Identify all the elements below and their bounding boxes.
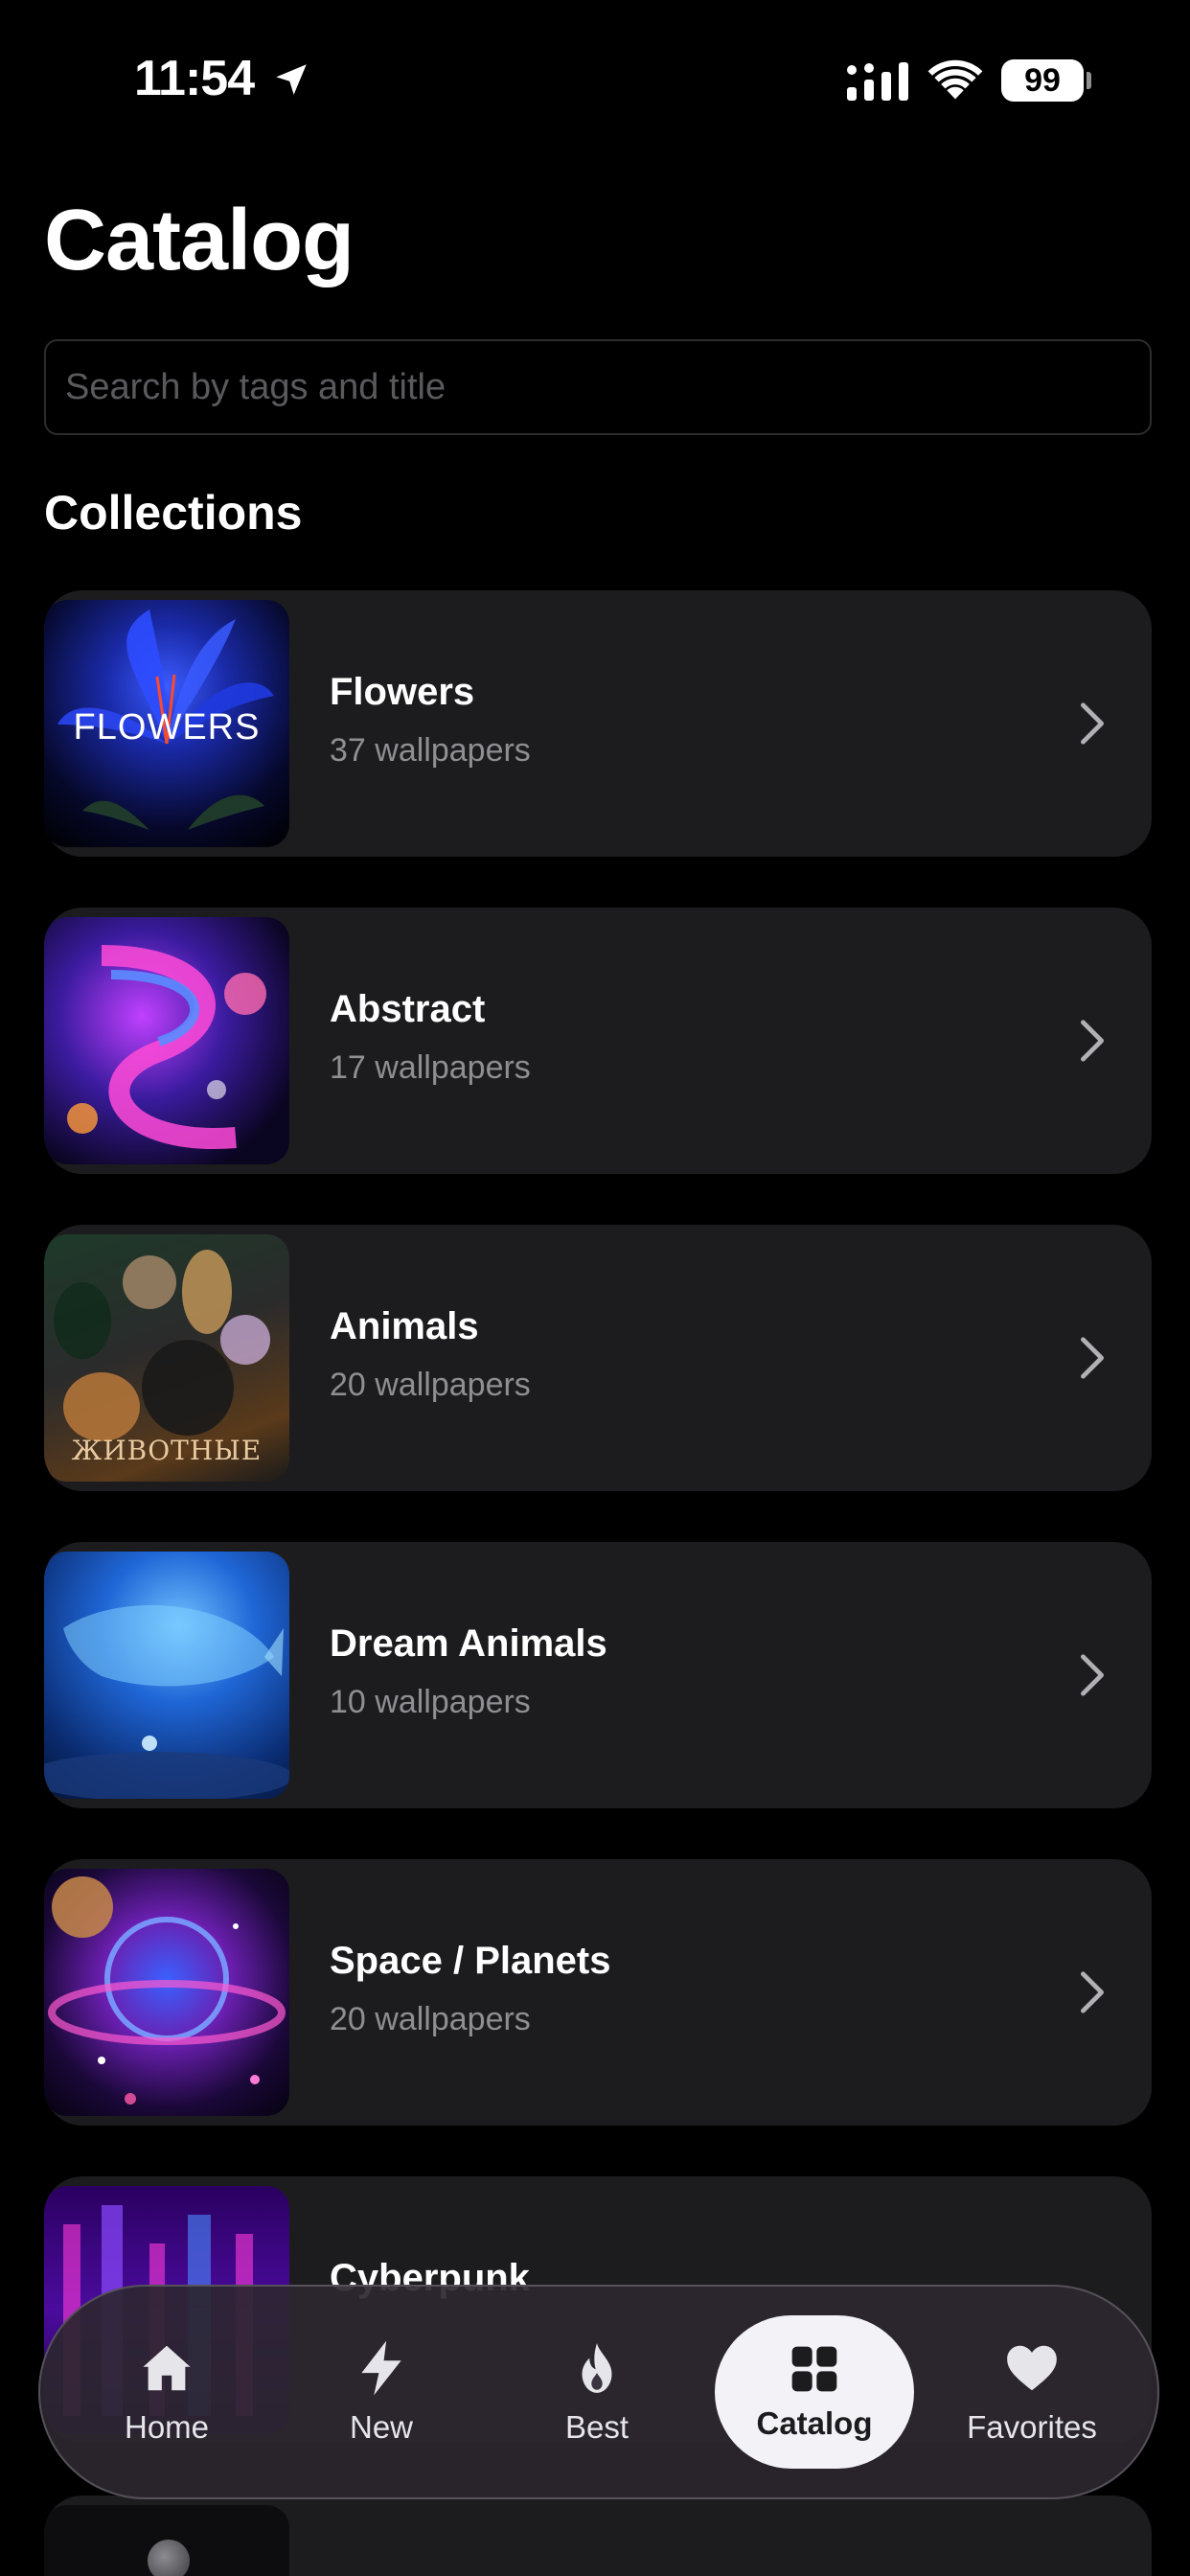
collection-title: Animals [330, 1305, 479, 1347]
heart-icon [1007, 2345, 1057, 2391]
collection-count: 37 wallpapers [330, 732, 531, 769]
tab-label: New [349, 2409, 414, 2445]
collection-card-flowers[interactable]: FLOWERS Flowers 37 wallpapers [44, 590, 1152, 857]
collection-card-animals[interactable]: ЖИВОТНЫЕ Animals 20 wallpapers [44, 1225, 1152, 1491]
chevron-right-icon [1081, 1337, 1104, 1379]
chevron-right-icon [1081, 1020, 1104, 1062]
abstract-illustration [67, 945, 266, 1149]
chevron-right-icon [1081, 702, 1104, 745]
battery-icon: 99 [1001, 59, 1084, 102]
tab-label: Favorites [967, 2409, 1097, 2445]
collection-thumbnail: ЖИВОТНЫЕ [44, 1234, 289, 1482]
location-arrow-icon [276, 64, 307, 95]
collection-thumbnail [44, 917, 289, 1164]
collection-thumbnail [44, 2505, 289, 2576]
search-input[interactable] [65, 341, 1150, 433]
collection-card-dream-animals[interactable]: Dream Animals 10 wallpapers [44, 1542, 1152, 1808]
search-bar[interactable] [44, 339, 1152, 435]
tab-catalog[interactable]: Catalog [715, 2315, 914, 2469]
collection-card-next[interactable] [44, 2496, 1152, 2576]
tab-label: Best [564, 2409, 629, 2445]
signal-icon [847, 62, 908, 101]
lightning-icon [361, 2340, 401, 2396]
collection-count: 10 wallpapers [330, 1684, 531, 1720]
tab-best[interactable]: Best [492, 2287, 702, 2497]
status-time: 11:54 [134, 51, 255, 106]
chevron-right-icon [1081, 1971, 1104, 2013]
thumbnail-text: FLOWERS [73, 707, 261, 748]
home-icon [143, 2345, 191, 2391]
tab-favorites[interactable]: Favorites [927, 2287, 1137, 2497]
tab-bar: Home New Best Catalog Favorites [38, 2285, 1159, 2499]
moon-illustration [148, 2540, 190, 2576]
section-title: Collections [44, 486, 303, 540]
grid-icon [791, 2346, 837, 2392]
wifi-icon [927, 59, 983, 100]
tab-new[interactable]: New [276, 2287, 487, 2497]
chevron-right-icon [1081, 1654, 1104, 1696]
flame-icon [582, 2343, 612, 2393]
collection-card-space-planets[interactable]: Space / Planets 20 wallpapers [44, 1859, 1152, 2126]
collection-title: Abstract [330, 988, 486, 1030]
collection-card-abstract[interactable]: Abstract 17 wallpapers [44, 908, 1152, 1174]
collection-title: Flowers [330, 671, 475, 713]
collection-count: 17 wallpapers [330, 1049, 531, 1086]
collection-thumbnail: FLOWERS [44, 600, 289, 847]
tab-home[interactable]: Home [61, 2287, 272, 2497]
tab-label: Catalog [756, 2405, 873, 2441]
collection-count: 20 wallpapers [330, 1367, 531, 1403]
collection-count: 20 wallpapers [330, 2001, 531, 2037]
space-illustration [48, 1876, 286, 2104]
page-title: Catalog [44, 193, 355, 288]
screen: 11:54 99 Catalog Collections [0, 0, 1190, 2576]
collection-thumbnail [44, 1552, 289, 1799]
thumbnail-text: ЖИВОТНЫЕ [71, 1435, 263, 1466]
collection-title: Space / Planets [330, 1940, 611, 1982]
whale-illustration [44, 1605, 289, 1799]
collection-thumbnail [44, 1869, 289, 2116]
battery-nub [1087, 72, 1091, 89]
collection-title: Dream Animals [330, 1622, 607, 1665]
battery-level: 99 [1024, 61, 1061, 99]
tab-label: Home [124, 2409, 210, 2445]
status-bar: 11:54 99 [0, 0, 1190, 163]
